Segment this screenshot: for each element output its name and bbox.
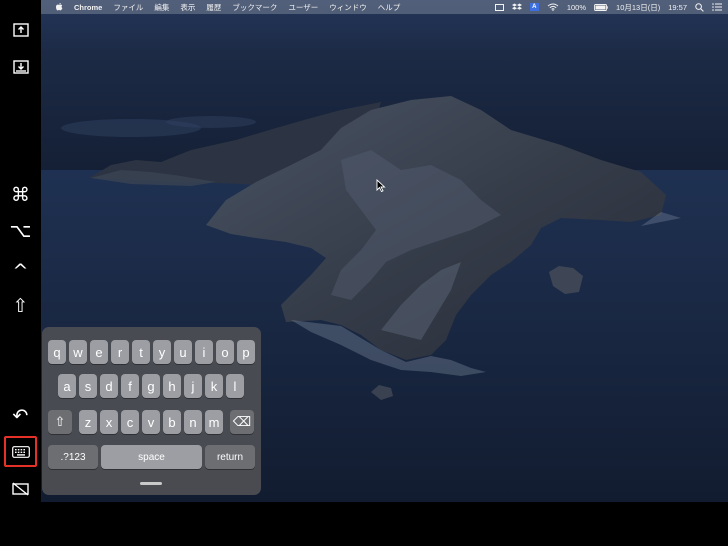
key-o[interactable]: o [216,340,234,364]
key-m[interactable]: m [205,410,223,434]
onscreen-keyboard: q w e r t y u i o p a s d f g h j k l ⇧ … [42,327,261,495]
key-l[interactable]: l [226,374,244,398]
menubar-date[interactable]: 10月13日(日) [616,2,660,13]
key-z[interactable]: z [79,410,97,434]
keyboard-grabber-handle[interactable] [140,482,162,485]
key-e[interactable]: e [90,340,108,364]
key-h[interactable]: h [163,374,181,398]
return-key[interactable]: return [205,445,255,469]
menu-app-name[interactable]: Chrome [74,3,102,12]
menu-bookmarks[interactable]: ブックマーク [232,2,277,13]
menu-view[interactable]: 表示 [180,2,195,13]
key-f[interactable]: f [121,374,139,398]
dropbox-icon[interactable] [511,3,522,11]
menu-user[interactable]: ユーザー [288,2,318,13]
menu-edit[interactable]: 編集 [154,2,169,13]
key-t[interactable]: t [132,340,150,364]
key-y[interactable]: y [153,340,171,364]
menubar-status-area: A 100% 10月13日(日) 19:57 [494,0,722,14]
key-b[interactable]: b [163,410,181,434]
tray-down-icon[interactable] [4,52,37,82]
control-icon[interactable]: ^ [4,256,37,286]
key-c[interactable]: c [121,410,139,434]
keyboard-icon[interactable] [4,436,37,467]
key-q[interactable]: q [48,340,66,364]
key-p[interactable]: p [237,340,255,364]
battery-percent: 100% [566,2,587,12]
apple-icon[interactable] [55,2,63,13]
command-icon[interactable]: ⌘ [4,180,37,210]
key-w[interactable]: w [69,340,87,364]
key-k[interactable]: k [205,374,223,398]
key-a[interactable]: a [58,374,76,398]
notification-center-icon[interactable] [712,3,722,11]
shift-key-icon[interactable]: ⇧ [48,410,72,434]
key-u[interactable]: u [174,340,192,364]
key-g[interactable]: g [142,374,160,398]
key-n[interactable]: n [184,410,202,434]
key-v[interactable]: v [142,410,160,434]
menu-help[interactable]: ヘルプ [378,2,401,13]
spotlight-search-icon[interactable] [695,2,704,12]
key-i[interactable]: i [195,340,213,364]
key-r[interactable]: r [111,340,129,364]
menu-history[interactable]: 履歴 [206,2,221,13]
mouse-cursor-icon [376,179,386,193]
key-d[interactable]: d [100,374,118,398]
numbers-key[interactable]: .?123 [48,445,98,469]
battery-icon[interactable] [594,3,608,11]
option-icon[interactable]: ⌥ [4,216,37,246]
key-j[interactable]: j [184,374,202,398]
key-x[interactable]: x [100,410,118,434]
menu-window[interactable]: ウィンドウ [329,2,367,13]
wifi-icon[interactable] [547,3,559,11]
key-s[interactable]: s [79,374,97,398]
menubar-time[interactable]: 19:57 [668,3,687,12]
tray-up-icon[interactable] [4,15,37,45]
input-source-icon[interactable]: A [529,3,539,11]
menu-file[interactable]: ファイル [113,2,143,13]
bottom-black-bar [41,502,728,546]
undo-icon[interactable]: ↶ [4,401,37,431]
screen-share-icon[interactable] [494,3,504,11]
space-key[interactable]: space [101,445,202,469]
hide-screen-icon[interactable] [4,474,37,504]
delete-key-icon[interactable]: ⌫ [230,410,254,434]
macos-menubar: Chrome ファイル 編集 表示 履歴 ブックマーク ユーザー ウィンドウ ヘ… [41,0,728,14]
sidebar-toolbar: ⌘ ⌥ ^ ⇧ ↶ [0,0,41,546]
shift-icon[interactable]: ⇧ [4,291,37,321]
